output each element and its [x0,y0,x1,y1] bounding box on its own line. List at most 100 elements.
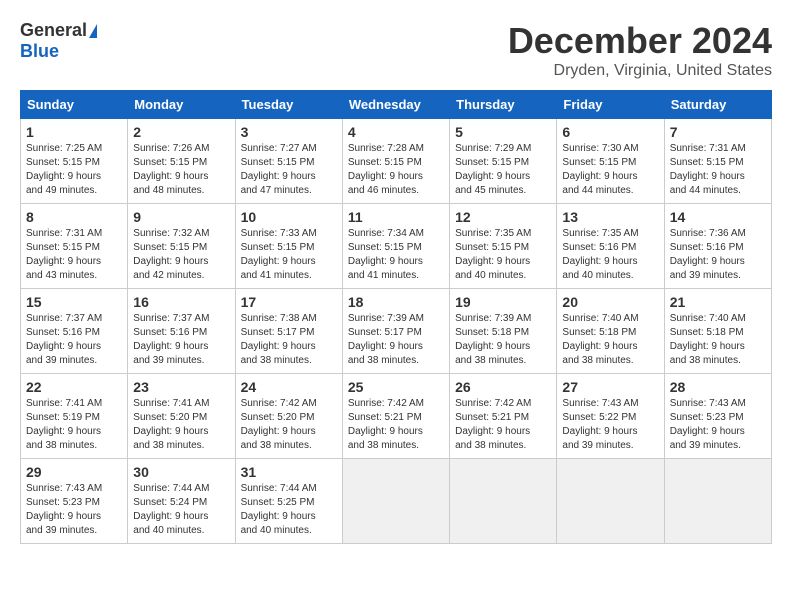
day-info: Sunrise: 7:41 AM Sunset: 5:20 PM Dayligh… [133,397,229,453]
day-info: Sunrise: 7:42 AM Sunset: 5:20 PM Dayligh… [241,397,337,453]
day-info: Sunrise: 7:35 AM Sunset: 5:15 PM Dayligh… [455,227,551,283]
calendar-day-24: 24 Sunrise: 7:42 AM Sunset: 5:20 PM Dayli… [235,374,342,459]
day-info: Sunrise: 7:39 AM Sunset: 5:17 PM Dayligh… [348,312,444,368]
calendar-body: 1 Sunrise: 7:25 AM Sunset: 5:15 PM Daylig… [21,119,772,544]
day-info: Sunrise: 7:44 AM Sunset: 5:24 PM Dayligh… [133,482,229,538]
day-number: 19 [455,294,551,310]
day-info: Sunrise: 7:39 AM Sunset: 5:18 PM Dayligh… [455,312,551,368]
calendar-week-4: 22 Sunrise: 7:41 AM Sunset: 5:19 PM Dayli… [21,374,772,459]
day-number: 15 [26,294,122,310]
calendar-day-25: 25 Sunrise: 7:42 AM Sunset: 5:21 PM Dayli… [342,374,449,459]
weekday-header-saturday: Saturday [664,91,771,119]
weekday-header-tuesday: Tuesday [235,91,342,119]
calendar-day-7: 7 Sunrise: 7:31 AM Sunset: 5:15 PM Daylig… [664,119,771,204]
day-info: Sunrise: 7:33 AM Sunset: 5:15 PM Dayligh… [241,227,337,283]
weekday-header-row: SundayMondayTuesdayWednesdayThursdayFrid… [21,91,772,119]
day-number: 9 [133,209,229,225]
day-number: 21 [670,294,766,310]
calendar-day-26: 26 Sunrise: 7:42 AM Sunset: 5:21 PM Dayli… [450,374,557,459]
calendar-week-2: 8 Sunrise: 7:31 AM Sunset: 5:15 PM Daylig… [21,204,772,289]
calendar-day-16: 16 Sunrise: 7:37 AM Sunset: 5:16 PM Dayli… [128,289,235,374]
day-number: 4 [348,124,444,140]
day-number: 24 [241,379,337,395]
calendar-day-20: 20 Sunrise: 7:40 AM Sunset: 5:18 PM Dayli… [557,289,664,374]
day-info: Sunrise: 7:32 AM Sunset: 5:15 PM Dayligh… [133,227,229,283]
day-number: 22 [26,379,122,395]
day-info: Sunrise: 7:40 AM Sunset: 5:18 PM Dayligh… [562,312,658,368]
calendar-day-14: 14 Sunrise: 7:36 AM Sunset: 5:16 PM Dayli… [664,204,771,289]
day-info: Sunrise: 7:37 AM Sunset: 5:16 PM Dayligh… [133,312,229,368]
calendar-day-8: 8 Sunrise: 7:31 AM Sunset: 5:15 PM Daylig… [21,204,128,289]
day-info: Sunrise: 7:43 AM Sunset: 5:23 PM Dayligh… [670,397,766,453]
day-info: Sunrise: 7:40 AM Sunset: 5:18 PM Dayligh… [670,312,766,368]
weekday-header-sunday: Sunday [21,91,128,119]
location-title: Dryden, Virginia, United States [508,62,772,80]
calendar-day-30: 30 Sunrise: 7:44 AM Sunset: 5:24 PM Dayli… [128,459,235,544]
weekday-header-monday: Monday [128,91,235,119]
weekday-header-wednesday: Wednesday [342,91,449,119]
calendar: SundayMondayTuesdayWednesdayThursdayFrid… [20,90,772,544]
calendar-week-5: 29Sunrise: 7:43 AM Sunset: 5:23 PM Dayli… [21,459,772,544]
day-number: 29 [26,464,122,480]
empty-cell [664,459,771,544]
day-number: 13 [562,209,658,225]
logo-icon [89,24,97,38]
calendar-day-5: 5 Sunrise: 7:29 AM Sunset: 5:15 PM Daylig… [450,119,557,204]
weekday-header-friday: Friday [557,91,664,119]
day-number: 25 [348,379,444,395]
day-number: 27 [562,379,658,395]
calendar-day-11: 11 Sunrise: 7:34 AM Sunset: 5:15 PM Dayli… [342,204,449,289]
calendar-day-22: 22 Sunrise: 7:41 AM Sunset: 5:19 PM Dayli… [21,374,128,459]
empty-cell [342,459,449,544]
weekday-header-thursday: Thursday [450,91,557,119]
logo: General Blue [20,20,97,62]
day-number: 28 [670,379,766,395]
calendar-day-31: 31Sunrise: 7:44 AM Sunset: 5:25 PM Dayli… [235,459,342,544]
calendar-day-12: 12 Sunrise: 7:35 AM Sunset: 5:15 PM Dayli… [450,204,557,289]
day-info: Sunrise: 7:31 AM Sunset: 5:15 PM Dayligh… [670,142,766,198]
day-info: Sunrise: 7:38 AM Sunset: 5:17 PM Dayligh… [241,312,337,368]
logo-blue-text: Blue [20,41,59,62]
calendar-day-9: 9 Sunrise: 7:32 AM Sunset: 5:15 PM Daylig… [128,204,235,289]
day-number: 1 [26,124,122,140]
day-number: 30 [133,464,229,480]
calendar-day-4: 4Sunrise: 7:28 AM Sunset: 5:15 PM Daylig… [342,119,449,204]
day-info: Sunrise: 7:41 AM Sunset: 5:19 PM Dayligh… [26,397,122,453]
calendar-day-21: 21 Sunrise: 7:40 AM Sunset: 5:18 PM Dayli… [664,289,771,374]
day-number: 26 [455,379,551,395]
day-info: Sunrise: 7:29 AM Sunset: 5:15 PM Dayligh… [455,142,551,198]
header: General Blue December 2024 Dryden, Virgi… [20,20,772,80]
day-info: Sunrise: 7:36 AM Sunset: 5:16 PM Dayligh… [670,227,766,283]
day-number: 7 [670,124,766,140]
calendar-day-13: 13 Sunrise: 7:35 AM Sunset: 5:16 PM Dayli… [557,204,664,289]
day-number: 20 [562,294,658,310]
empty-cell [557,459,664,544]
calendar-day-10: 10Sunrise: 7:33 AM Sunset: 5:15 PM Dayli… [235,204,342,289]
day-info: Sunrise: 7:26 AM Sunset: 5:15 PM Dayligh… [133,142,229,198]
calendar-day-17: 17 Sunrise: 7:38 AM Sunset: 5:17 PM Dayli… [235,289,342,374]
day-info: Sunrise: 7:31 AM Sunset: 5:15 PM Dayligh… [26,227,122,283]
day-number: 16 [133,294,229,310]
day-number: 5 [455,124,551,140]
day-number: 23 [133,379,229,395]
calendar-day-6: 6Sunrise: 7:30 AM Sunset: 5:15 PM Daylig… [557,119,664,204]
day-number: 3 [241,124,337,140]
day-info: Sunrise: 7:30 AM Sunset: 5:15 PM Dayligh… [562,142,658,198]
calendar-day-18: 18Sunrise: 7:39 AM Sunset: 5:17 PM Dayli… [342,289,449,374]
day-number: 12 [455,209,551,225]
calendar-week-1: 1 Sunrise: 7:25 AM Sunset: 5:15 PM Daylig… [21,119,772,204]
day-info: Sunrise: 7:34 AM Sunset: 5:15 PM Dayligh… [348,227,444,283]
day-number: 11 [348,209,444,225]
day-number: 17 [241,294,337,310]
calendar-day-23: 23 Sunrise: 7:41 AM Sunset: 5:20 PM Dayli… [128,374,235,459]
day-number: 14 [670,209,766,225]
day-number: 2 [133,124,229,140]
day-info: Sunrise: 7:25 AM Sunset: 5:15 PM Dayligh… [26,142,122,198]
day-number: 8 [26,209,122,225]
day-info: Sunrise: 7:42 AM Sunset: 5:21 PM Dayligh… [455,397,551,453]
day-info: Sunrise: 7:35 AM Sunset: 5:16 PM Dayligh… [562,227,658,283]
calendar-day-2: 2 Sunrise: 7:26 AM Sunset: 5:15 PM Daylig… [128,119,235,204]
day-info: Sunrise: 7:42 AM Sunset: 5:21 PM Dayligh… [348,397,444,453]
calendar-day-27: 27Sunrise: 7:43 AM Sunset: 5:22 PM Dayli… [557,374,664,459]
calendar-day-3: 3Sunrise: 7:27 AM Sunset: 5:15 PM Daylig… [235,119,342,204]
